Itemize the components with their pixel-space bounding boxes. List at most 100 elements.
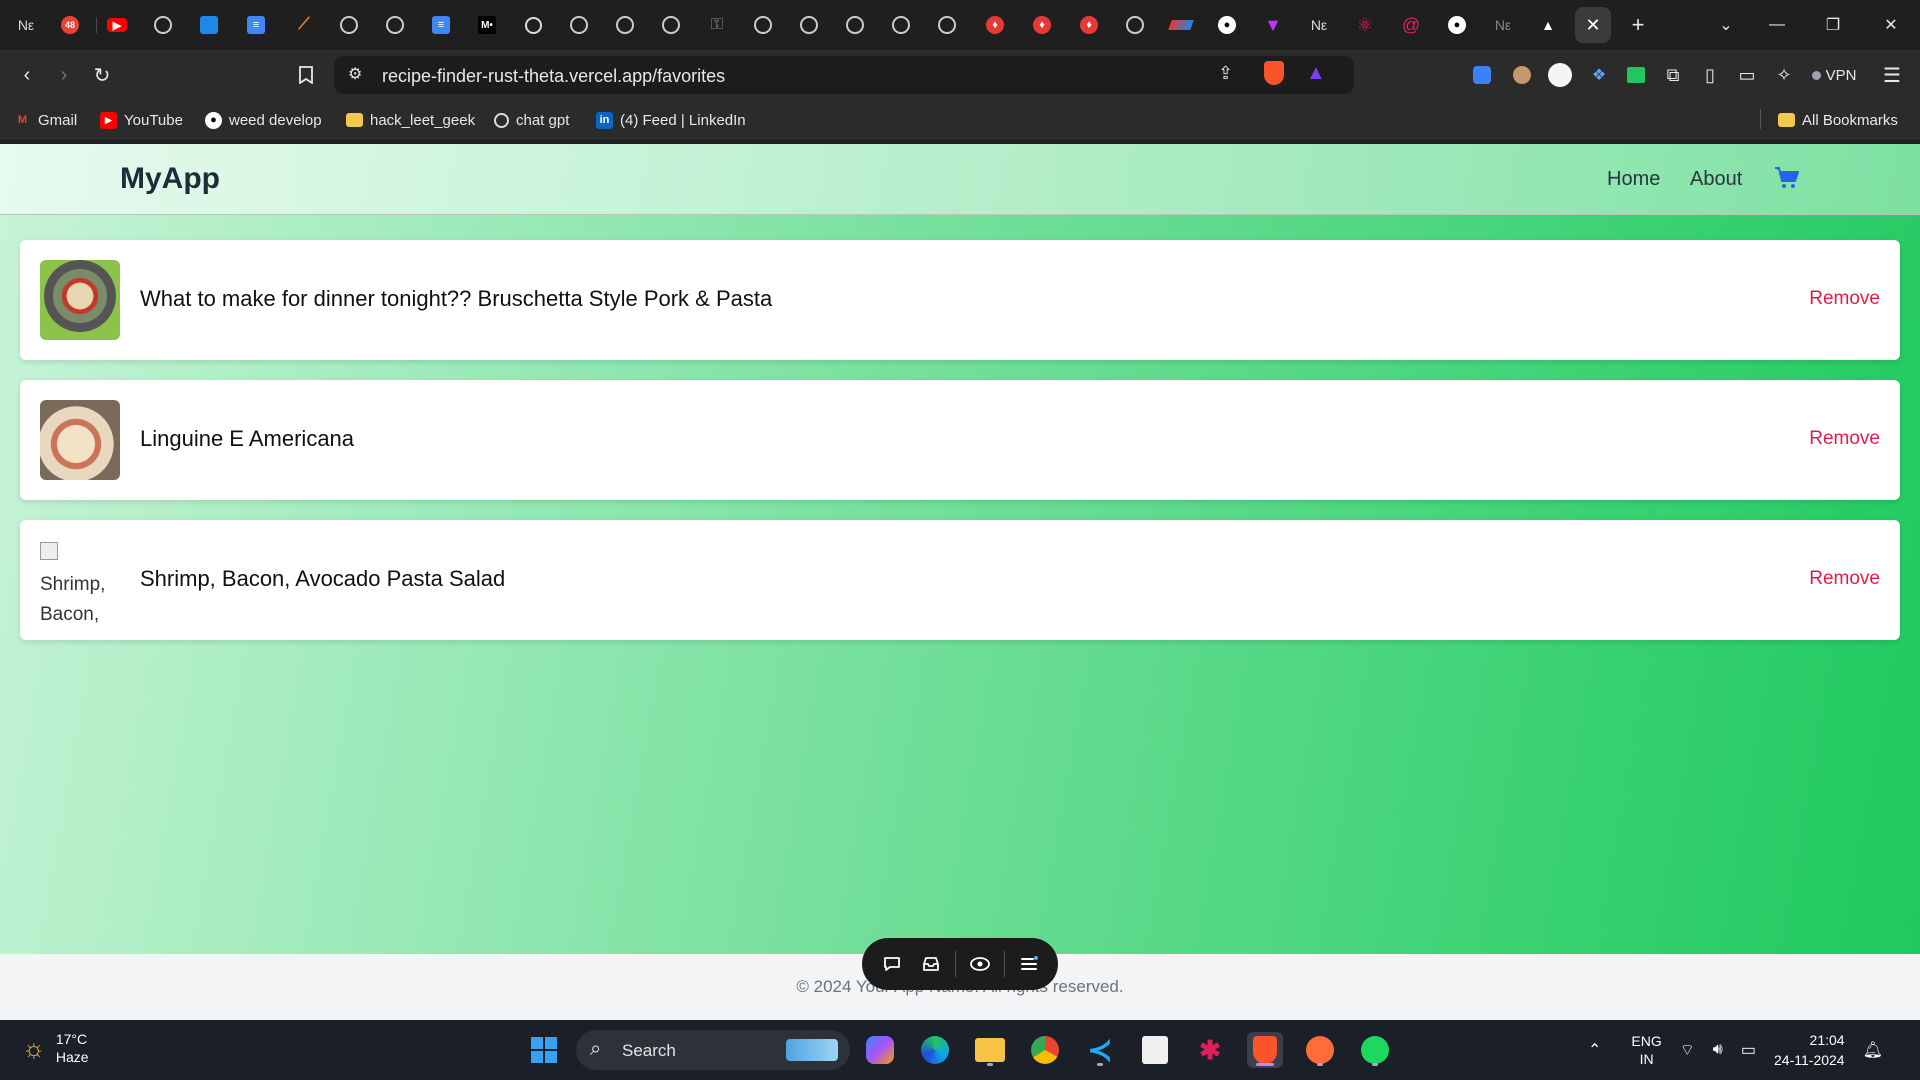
tab-youtube[interactable]: ▶ [99, 7, 135, 43]
chrome-app[interactable] [1027, 1032, 1063, 1068]
brave-shields-icon[interactable] [1264, 61, 1284, 85]
brave-rewards-icon[interactable]: ▲ [1306, 62, 1326, 85]
tab-docs-2[interactable]: ≡ [423, 7, 459, 43]
remove-button[interactable]: Remove [1809, 568, 1880, 590]
close-window-button[interactable]: ✕ [1871, 10, 1911, 40]
close-icon[interactable]: ✕ [1585, 15, 1600, 36]
tab-key[interactable]: ⚿ [699, 7, 735, 43]
preview-button[interactable] [965, 949, 995, 979]
leo-ai-button[interactable]: ✧ [1768, 59, 1800, 91]
spotify-app[interactable] [1357, 1032, 1393, 1068]
notepad-app[interactable] [1137, 1032, 1173, 1068]
sidebar-button[interactable]: ▯ [1694, 59, 1726, 91]
vpn-button[interactable]: VPN [1806, 59, 1862, 91]
tab-globe-8[interactable] [791, 7, 827, 43]
tab-notion-3[interactable]: Nε [1485, 7, 1521, 43]
tab-red-1[interactable]: ♦ [977, 7, 1013, 43]
tab-red-3[interactable]: ♦ [1071, 7, 1107, 43]
tab-globe-6[interactable] [653, 7, 689, 43]
bookmark-gmail[interactable]: M Gmail [14, 109, 77, 131]
tab-search-button[interactable]: ⌄ [1706, 10, 1746, 40]
remove-button[interactable]: Remove [1809, 428, 1880, 450]
tab-active-close[interactable]: ✕ [1575, 7, 1611, 43]
tab-stackoverflow[interactable]: ⟋ [286, 7, 322, 43]
bookmark-youtube[interactable]: ▶ YouTube [100, 109, 183, 131]
start-button[interactable] [526, 1032, 562, 1068]
vscode-app[interactable]: ≺ [1082, 1032, 1118, 1068]
tab-contacts[interactable] [191, 7, 227, 43]
tab-globe-11[interactable] [929, 7, 965, 43]
notification-bell-icon[interactable]: 🔔︎ [1863, 1040, 1883, 1060]
comment-button[interactable] [877, 949, 907, 979]
bookmark-linkedin[interactable]: in (4) Feed | LinkedIn [596, 109, 746, 131]
file-explorer-app[interactable] [972, 1032, 1008, 1068]
tab-gmail[interactable]: 48 [52, 7, 88, 43]
postman-app[interactable] [1302, 1032, 1338, 1068]
remove-button[interactable]: Remove [1809, 288, 1880, 310]
tab-github[interactable]: ● [1209, 7, 1245, 43]
extensions-button[interactable]: ⧉ [1657, 59, 1689, 91]
tab-globe-2[interactable] [331, 7, 367, 43]
battery-icon[interactable]: ▭ [1741, 1040, 1756, 1060]
extension-4[interactable]: ❖ [1583, 59, 1615, 91]
tab-globe-10[interactable] [883, 7, 919, 43]
address-bar[interactable]: ⚙ recipe-finder-rust-theta.vercel.app/fa… [334, 56, 1354, 94]
tab-react[interactable]: ⚛ [1347, 7, 1383, 43]
menu-button[interactable]: ☰ [1876, 59, 1908, 91]
all-bookmarks[interactable]: All Bookmarks [1778, 109, 1898, 131]
restore-button[interactable]: ❐ [1813, 10, 1853, 40]
reload-button[interactable]: ↻ [86, 59, 118, 91]
site-settings-icon[interactable]: ⚙ [348, 64, 362, 84]
bookmark-button[interactable] [290, 59, 322, 91]
tab-globe-4[interactable] [561, 7, 597, 43]
tab-notion-2[interactable]: Nε [1301, 7, 1337, 43]
nav-about-link[interactable]: About [1690, 168, 1742, 191]
menu-button[interactable] [1014, 949, 1044, 979]
weather-widget[interactable]: ☼ 17°C Haze [22, 1030, 89, 1066]
tab-vercel[interactable]: ▲ [1530, 7, 1566, 43]
tab-red-2[interactable]: ♦ [1024, 7, 1060, 43]
wifi-icon[interactable]: ⌔ [1680, 1040, 1695, 1060]
forward-button[interactable]: › [48, 59, 80, 91]
extension-3[interactable] [1544, 59, 1576, 91]
tab-globe-5[interactable] [607, 7, 643, 43]
app-brand[interactable]: MyApp [120, 162, 220, 196]
clock[interactable]: 21:04 24-11-2024 [1774, 1030, 1845, 1070]
tab-docs[interactable]: ≡ [238, 7, 274, 43]
brave-app[interactable] [1247, 1032, 1283, 1068]
tab-stripe[interactable] [1163, 7, 1199, 43]
tab-debian[interactable]: @ [1393, 7, 1429, 43]
tab-globe-12[interactable] [1117, 7, 1153, 43]
bookmark-chat-gpt[interactable]: chat gpt [494, 109, 569, 131]
bookmark-weed-develop[interactable]: ● weed develop [205, 109, 322, 131]
tab-globe-9[interactable] [837, 7, 873, 43]
slack-app[interactable]: ✱ [1192, 1032, 1228, 1068]
extension-1[interactable] [1466, 59, 1498, 91]
inbox-button[interactable] [916, 949, 946, 979]
copilot-app[interactable] [862, 1032, 898, 1068]
tab-medium[interactable]: M• [469, 7, 505, 43]
tab-chatgpt[interactable] [515, 7, 551, 43]
tab-globe-3[interactable] [377, 7, 413, 43]
tab-globe-1[interactable] [145, 7, 181, 43]
tab-github-2[interactable]: ● [1439, 7, 1475, 43]
tab-notion[interactable]: Nε [8, 7, 44, 43]
volume-icon[interactable]: 🔊︎ [1713, 1041, 1723, 1059]
cart-icon[interactable] [1774, 166, 1800, 190]
show-hidden-icons-button[interactable]: ⌃ [1588, 1040, 1601, 1060]
extension-2[interactable] [1506, 59, 1538, 91]
tab-vite[interactable]: ▼ [1255, 7, 1291, 43]
bookmark-hack-leet-geek[interactable]: hack_leet_geek [346, 109, 475, 131]
language-indicator[interactable]: ENG IN [1631, 1032, 1661, 1068]
share-icon[interactable]: ⇪ [1218, 63, 1233, 84]
extension-5[interactable] [1620, 59, 1652, 91]
taskbar-search[interactable]: ⌕ Search [576, 1030, 850, 1070]
edge-app[interactable] [917, 1032, 953, 1068]
minimize-button[interactable]: — [1757, 10, 1797, 40]
wallet-button[interactable]: ▭ [1731, 59, 1763, 91]
nav-home-link[interactable]: Home [1607, 168, 1660, 191]
url-text[interactable]: recipe-finder-rust-theta.vercel.app/favo… [382, 66, 725, 87]
back-button[interactable]: ‹ [11, 59, 43, 91]
new-tab-button[interactable]: + [1620, 7, 1656, 43]
tab-globe-7[interactable] [745, 7, 781, 43]
